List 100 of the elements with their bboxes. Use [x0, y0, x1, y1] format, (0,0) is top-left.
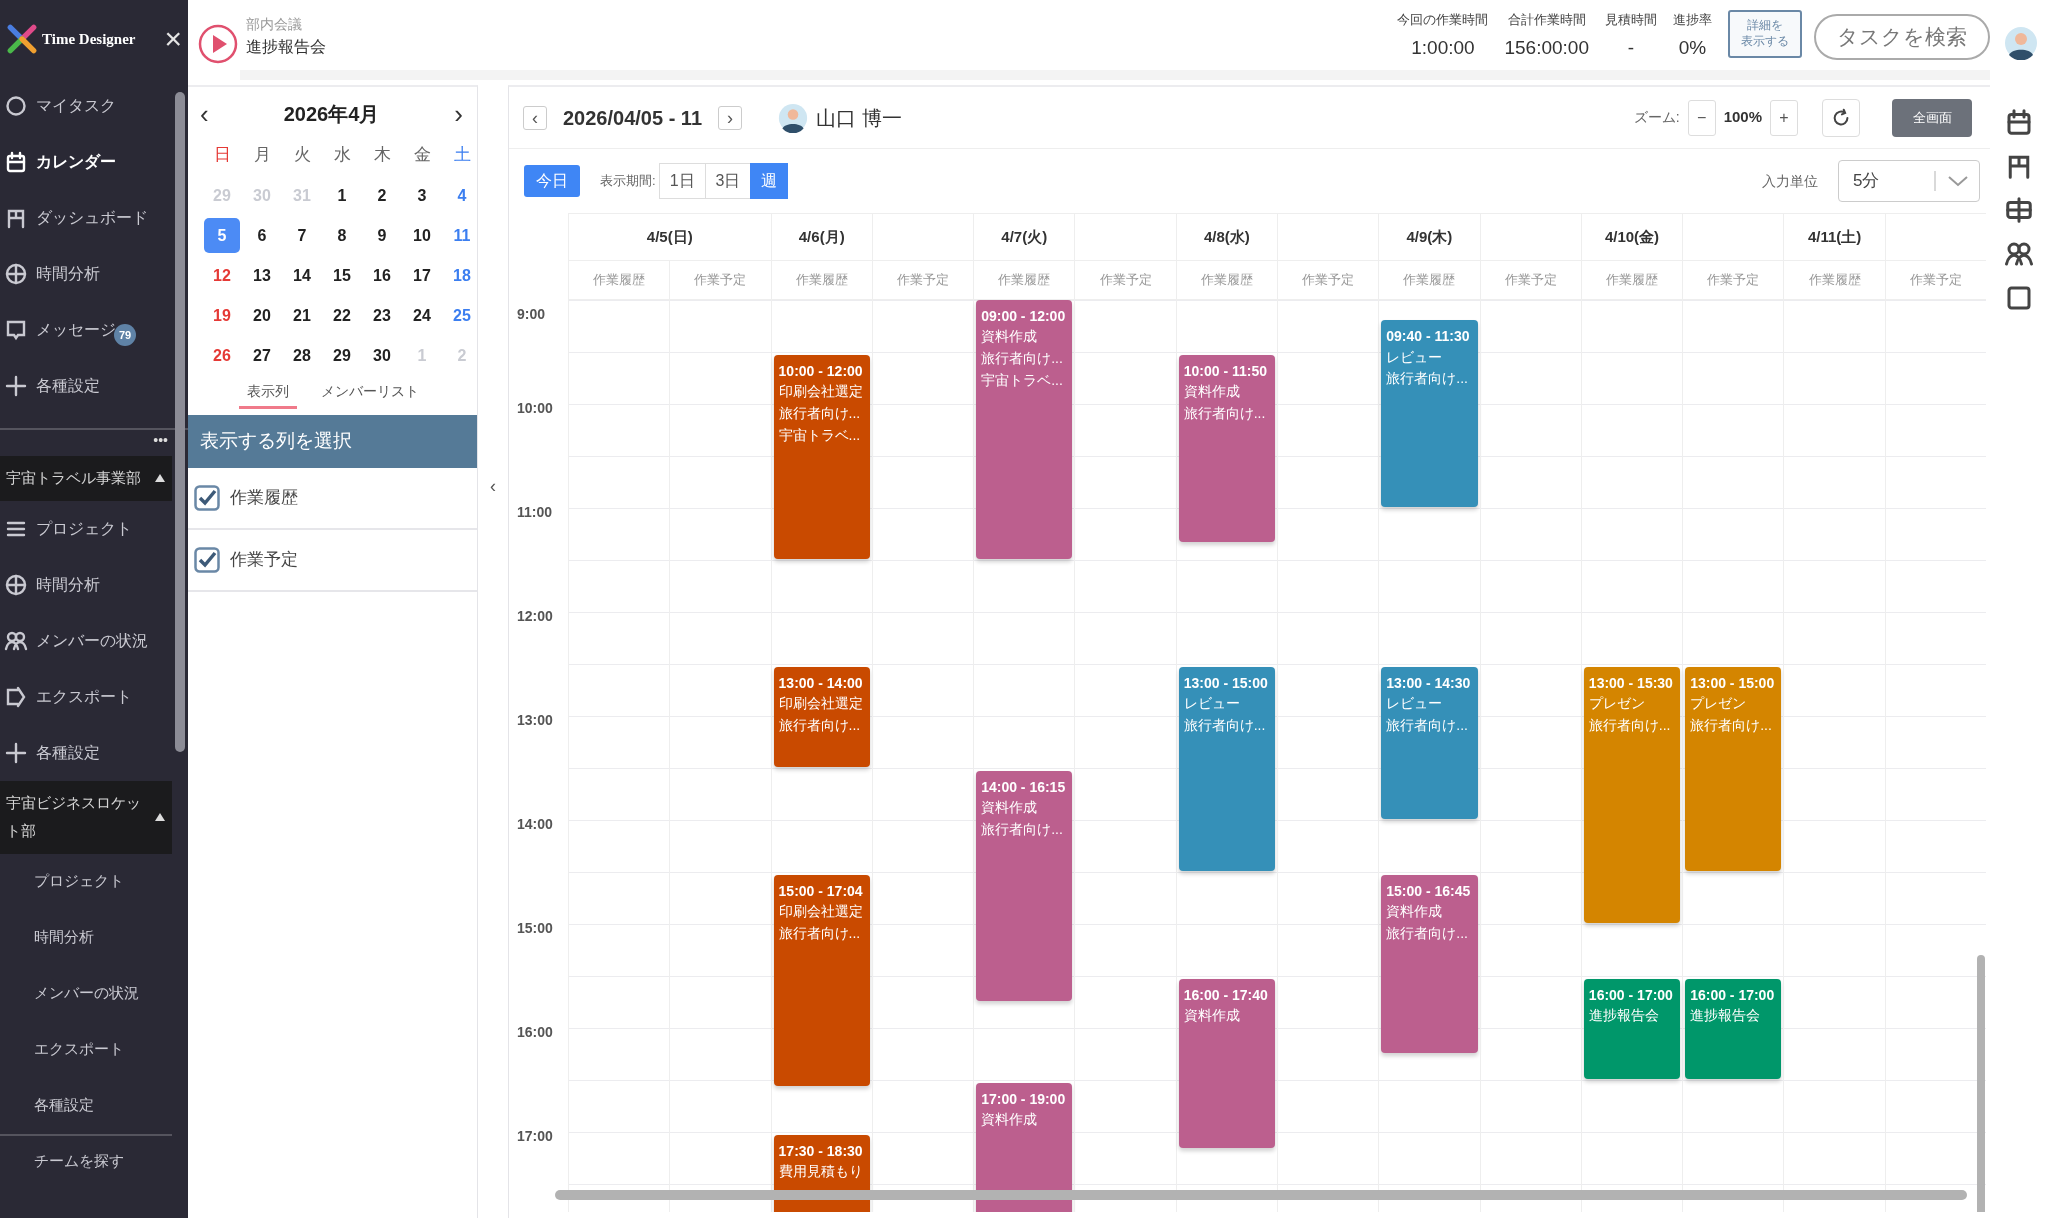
calendar-day[interactable]: 7 — [284, 218, 320, 253]
previous-week-button[interactable]: ‹ — [523, 105, 547, 130]
more-button[interactable]: ••• — [153, 432, 168, 448]
scrollbar[interactable] — [175, 92, 185, 752]
refresh-button[interactable] — [1822, 98, 1860, 137]
period-tab[interactable]: 1日 — [658, 163, 706, 199]
event-text: 印刷会社選定 — [778, 382, 864, 402]
sidebar-item[interactable]: メンバーの状況 — [0, 965, 172, 1022]
calendar-day[interactable]: 6 — [244, 218, 280, 253]
event-block[interactable]: 17:00 - 19:00 資料作成 — [976, 1083, 1073, 1212]
sidebar-item[interactable]: ダッシュボード — [0, 190, 172, 246]
circle-icon — [4, 94, 28, 118]
logo-icon — [6, 23, 38, 55]
calendar-day[interactable]: 28 — [284, 338, 320, 373]
detail-button[interactable]: 詳細を 表示する — [1728, 10, 1802, 58]
next-week-button[interactable]: › — [718, 105, 742, 130]
sidebar-item[interactable]: 各種設定 — [0, 358, 172, 414]
event-block[interactable]: 09:40 - 11:30 レビュー 旅行者向け... — [1381, 320, 1478, 507]
event-block[interactable]: 14:00 - 16:15 資料作成 旅行者向け... — [976, 771, 1073, 1001]
zoom-out-button[interactable]: − — [1687, 99, 1716, 136]
calendar-day[interactable]: 24 — [404, 298, 440, 333]
sidebar-item[interactable]: 時間分析 — [0, 909, 172, 966]
group-header[interactable]: 宇宙ビジネスロケット部 — [0, 780, 172, 854]
calendar-day[interactable]: 21 — [284, 298, 320, 333]
collapse-button[interactable]: ‹ — [490, 473, 496, 500]
avatar-icon[interactable] — [2004, 26, 2038, 60]
sidebar-item[interactable]: メンバーの状況 — [0, 612, 172, 669]
vertical-scrollbar[interactable] — [1977, 955, 1985, 1212]
sidebar-item[interactable]: エクスポート — [0, 1021, 172, 1078]
period-tab[interactable]: 週 — [750, 163, 789, 199]
horizontal-scrollbar[interactable] — [555, 1190, 1967, 1200]
sidebar-item[interactable]: エクスポート — [0, 668, 172, 725]
event-block[interactable]: 13:00 - 14:30 レビュー 旅行者向け... — [1381, 667, 1478, 819]
event-text: レビュー — [1183, 694, 1241, 714]
calendar-day[interactable]: 9 — [364, 218, 400, 253]
calendar-day[interactable]: 18 — [444, 258, 480, 293]
event-block[interactable]: 15:00 - 16:45 資料作成 旅行者向け... — [1381, 875, 1478, 1053]
calendar-day[interactable]: 10 — [404, 218, 440, 253]
calendar-day[interactable]: 16 — [364, 258, 400, 293]
weekday-label: 火 — [292, 144, 312, 166]
next-month-button[interactable]: › — [448, 101, 469, 127]
unit-select[interactable]: 5分 — [1838, 160, 1980, 202]
sidebar-item[interactable]: 各種設定 — [0, 1077, 172, 1134]
checkbox[interactable] — [194, 485, 220, 511]
weekday-label: 木 — [372, 144, 392, 166]
calendar-day[interactable]: 30 — [364, 338, 400, 373]
sidebar-item[interactable]: 時間分析 — [0, 246, 172, 302]
event-block[interactable]: 13:00 - 15:00 レビュー 旅行者向け... — [1178, 667, 1275, 871]
panel-tab[interactable]: 表示列 — [238, 377, 297, 409]
event-block[interactable]: 16:00 - 17:00 進捗報告会 — [1583, 979, 1681, 1079]
calendar-day[interactable]: 26 — [204, 338, 240, 373]
event-block[interactable]: 16:00 - 17:00 進捗報告会 — [1685, 979, 1782, 1079]
calendar-day[interactable]: 22 — [324, 298, 360, 333]
calendar-day[interactable]: 3 — [404, 178, 440, 213]
sidebar-item[interactable]: 時間分析 — [0, 556, 172, 613]
table-icon[interactable] — [2004, 195, 2034, 225]
column-header: 作業履歴 — [1783, 260, 1885, 300]
count-badge: 79 — [114, 323, 137, 347]
calendar-day[interactable]: 23 — [364, 298, 400, 333]
hour-label: 16:00 — [517, 1023, 553, 1042]
calendar-day[interactable]: 20 — [244, 298, 280, 333]
calendar-day[interactable]: 27 — [244, 338, 280, 373]
previous-month-button[interactable]: ‹ — [194, 101, 215, 127]
calendar-day[interactable]: 19 — [204, 298, 240, 333]
calendar-day[interactable]: 12 — [204, 258, 240, 293]
event-block[interactable]: 16:00 - 17:40 資料作成 — [1178, 979, 1275, 1149]
sidebar-item[interactable]: プロジェクト — [0, 853, 172, 910]
calendar-day[interactable]: 4 — [444, 178, 480, 213]
checkbox[interactable] — [194, 547, 220, 573]
event-block[interactable]: 09:00 - 12:00 資料作成 旅行者向け... 宇宙トラベ... — [976, 300, 1073, 559]
calendar-day[interactable]: 29 — [324, 338, 360, 373]
sidebar-item[interactable]: 各種設定 — [0, 724, 172, 781]
day-header: 4/6(月) — [770, 213, 872, 260]
calendar-day[interactable]: 25 — [444, 298, 480, 333]
sidebar-item[interactable]: カレンダー — [0, 134, 172, 190]
calendar-day[interactable]: 8 — [324, 218, 360, 253]
close-button[interactable]: × — [164, 24, 182, 54]
sidebar-item[interactable]: チームを探す — [0, 1135, 172, 1188]
calendar-day[interactable]: 1 — [324, 178, 360, 213]
today-button[interactable]: 今日 — [524, 165, 580, 197]
calendar-day[interactable]: 11 — [444, 218, 480, 253]
zoom-in-button[interactable]: + — [1770, 99, 1798, 136]
fullscreen-button[interactable]: 全画面 — [1892, 98, 1972, 137]
calendar-day[interactable]: 2 — [364, 178, 400, 213]
period-tab[interactable]: 3日 — [704, 163, 752, 199]
hour-label: 9:00 — [517, 305, 546, 324]
calendar-day[interactable]: 17 — [404, 258, 440, 293]
play-button[interactable] — [198, 24, 238, 64]
event-block[interactable]: 13:00 - 14:00 印刷会社選定 旅行者向け... — [773, 667, 870, 767]
group-header[interactable]: 宇宙トラベル事業部 — [0, 456, 172, 501]
calendar-day[interactable]: 15 — [324, 258, 360, 293]
calendar-day[interactable]: 13 — [244, 258, 280, 293]
search-button[interactable]: タスクを検索 — [1814, 14, 1990, 60]
event-block[interactable]: 15:00 - 17:04 印刷会社選定 旅行者向け... — [773, 875, 870, 1086]
panel-tab[interactable]: メンバーリスト — [312, 377, 427, 409]
calendar-day[interactable]: 14 — [284, 258, 320, 293]
event-block[interactable]: 10:00 - 11:50 資料作成 旅行者向け... — [1178, 355, 1275, 542]
event-block[interactable]: 10:00 - 12:00 印刷会社選定 旅行者向け... 宇宙トラベ... — [773, 355, 870, 559]
sidebar-item[interactable]: マイタスク — [0, 78, 172, 134]
sidebar-item[interactable]: プロジェクト — [0, 500, 172, 557]
